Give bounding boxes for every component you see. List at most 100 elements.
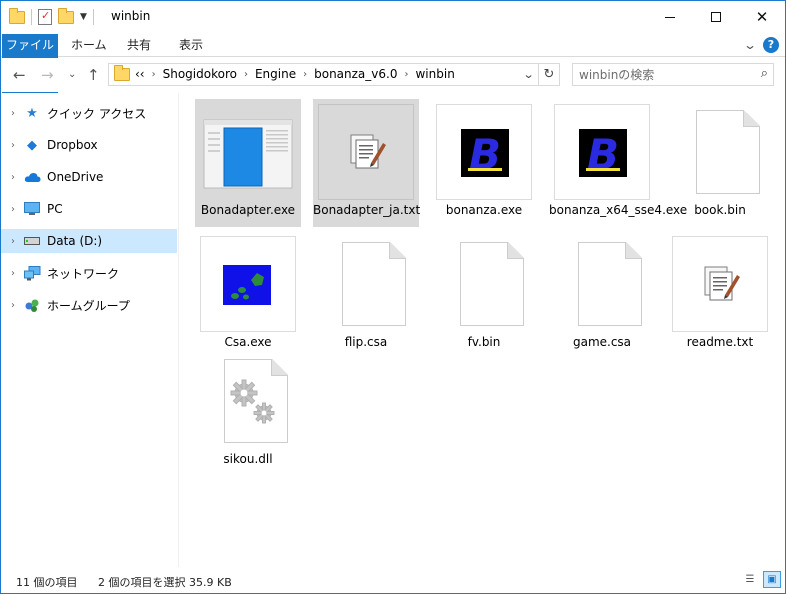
search-icon[interactable]: ⌕: [761, 66, 768, 81]
file-name: Csa.exe: [224, 335, 272, 349]
customize-toolbar-dropdown-icon[interactable]: ▼: [80, 12, 87, 22]
network-icon: [23, 265, 41, 281]
chevron-right-icon[interactable]: ›: [152, 69, 156, 80]
refresh-icon[interactable]: ↻: [538, 64, 559, 85]
recent-locations-chevron-icon[interactable]: ⌄: [68, 69, 76, 80]
nav-item-homegroup[interactable]: › ホームグループ: [1, 293, 177, 317]
file-item-bonanza-x64-sse4-exe[interactable]: B bonanza_x64_sse4.exe: [549, 99, 688, 227]
address-history-dropdown-icon[interactable]: ⌄: [522, 68, 534, 81]
file-name: game.csa: [572, 335, 632, 349]
navigation-pane: › ★ クイック アクセス › ◆ Dropbox › OneDrive › P…: [1, 93, 179, 567]
tab-view[interactable]: 表示: [169, 34, 213, 57]
blank-file-icon: [436, 236, 532, 332]
chevron-right-icon[interactable]: ›: [244, 69, 248, 80]
nav-item-dropbox[interactable]: › ◆ Dropbox: [1, 133, 177, 157]
expand-chevron-icon[interactable]: ›: [3, 204, 23, 215]
ribbon-right-controls: ⌄ ?: [743, 37, 779, 53]
explorer-window: ▼ winbin ✕ ファイル ホーム 共有 表示 ⌄ ? ← → ⌄ ↑ ‹‹…: [0, 0, 786, 594]
breadcrumb-item[interactable]: winbin: [415, 67, 454, 81]
nav-item-label: クイック アクセス: [47, 106, 147, 121]
breadcrumb-item[interactable]: Shogidokoro: [163, 67, 237, 81]
nav-item-pc[interactable]: › PC: [1, 197, 177, 221]
file-item-game-csa[interactable]: game.csa: [549, 231, 655, 359]
blank-file-icon: [554, 236, 650, 332]
expand-chevron-icon[interactable]: ›: [3, 268, 23, 279]
tab-share[interactable]: 共有: [117, 34, 161, 57]
navigation-bar: ← → ⌄ ↑ ‹‹ › Shogidokoro › Engine › bona…: [1, 58, 785, 92]
dll-gears-icon: [200, 353, 296, 449]
close-button[interactable]: ✕: [739, 1, 785, 33]
blank-file-icon: [318, 236, 414, 332]
file-item-bonanza-exe[interactable]: B bonanza.exe: [431, 99, 537, 227]
large-icons-view-icon: ▣: [767, 574, 777, 585]
blank-page-shape: [342, 242, 406, 326]
toolbar-divider: [92, 9, 94, 25]
file-item-csa-exe[interactable]: Csa.exe: [195, 231, 301, 359]
breadcrumb-overflow[interactable]: ‹‹: [135, 67, 145, 81]
back-arrow-icon[interactable]: ←: [13, 66, 26, 84]
status-bar: 11 個の項目 2 個の項目を選択 35.9 KB ☰ ▣: [1, 567, 785, 593]
file-item-sikou-dll[interactable]: sikou.dll: [195, 348, 301, 476]
app-window-icon: [200, 104, 296, 200]
nav-item-label: Dropbox: [47, 138, 98, 152]
search-box[interactable]: ⌕: [572, 63, 774, 86]
address-bar[interactable]: ‹‹ › Shogidokoro › Engine › bonanza_v6.0…: [108, 63, 560, 86]
maximize-icon: [711, 12, 721, 22]
new-folder-icon[interactable]: [58, 7, 74, 24]
maximize-button[interactable]: [693, 1, 739, 33]
folder-icon: [114, 65, 130, 81]
text-document-icon: [318, 104, 414, 200]
blank-file-icon: [672, 104, 768, 200]
nav-item-onedrive[interactable]: › OneDrive: [1, 165, 177, 189]
file-list: Bonadapter.exe Bonadapter_ja.txt B bonan…: [181, 93, 785, 567]
expand-ribbon-chevron-icon[interactable]: ⌄: [743, 38, 757, 52]
minimize-button[interactable]: [647, 1, 693, 33]
breadcrumb-item[interactable]: bonanza_v6.0: [314, 67, 397, 81]
help-icon[interactable]: ?: [763, 37, 779, 53]
window-controls: ✕: [647, 1, 785, 33]
forward-arrow-icon[interactable]: →: [41, 66, 54, 84]
file-item-bonadapter-ja-txt[interactable]: Bonadapter_ja.txt: [313, 99, 421, 227]
blank-page-shape: [696, 110, 760, 194]
chevron-right-icon[interactable]: ›: [404, 69, 408, 80]
nav-item-label: ネットワーク: [47, 266, 120, 281]
nav-item-data-drive[interactable]: › Data (D:): [1, 229, 177, 253]
file-name: bonanza_x64_sse4.exe: [549, 203, 688, 217]
folder-icon: [9, 7, 25, 24]
file-name: fv.bin: [467, 335, 501, 349]
file-item-flip-csa[interactable]: flip.csa: [313, 231, 419, 359]
file-item-fv-bin[interactable]: fv.bin: [431, 231, 537, 359]
details-view-button[interactable]: ☰: [741, 571, 759, 588]
svg-text:B: B: [469, 130, 501, 179]
large-icons-view-button[interactable]: ▣: [763, 571, 781, 588]
expand-chevron-icon[interactable]: ›: [3, 300, 23, 311]
expand-chevron-icon[interactable]: ›: [3, 140, 23, 151]
file-name: Bonadapter_ja.txt: [313, 203, 421, 217]
star-icon: ★: [26, 105, 38, 121]
file-item-readme-txt[interactable]: readme.txt: [667, 231, 773, 359]
breadcrumb-item[interactable]: Engine: [255, 67, 296, 81]
close-icon: ✕: [755, 8, 769, 26]
svg-text:B: B: [587, 130, 619, 179]
details-view-icon: ☰: [745, 574, 755, 585]
nav-item-quick-access[interactable]: › ★ クイック アクセス: [1, 101, 177, 125]
view-toggle: ☰ ▣: [741, 571, 781, 588]
tab-home[interactable]: ホーム: [61, 34, 117, 57]
blank-page-shape: [460, 242, 524, 326]
expand-chevron-icon[interactable]: ›: [3, 108, 23, 119]
nav-item-label: Data (D:): [47, 234, 103, 248]
up-arrow-icon[interactable]: ↑: [87, 66, 100, 84]
minimize-icon: [665, 16, 675, 18]
chevron-right-icon[interactable]: ›: [303, 69, 307, 80]
nav-item-network[interactable]: › ネットワーク: [1, 261, 177, 285]
file-item-bonadapter-exe[interactable]: Bonadapter.exe: [195, 99, 301, 227]
file-name: flip.csa: [344, 335, 388, 349]
properties-icon[interactable]: [38, 9, 52, 25]
file-item-book-bin[interactable]: book.bin: [667, 99, 773, 227]
expand-chevron-icon[interactable]: ›: [3, 236, 23, 247]
search-input[interactable]: [579, 67, 749, 83]
ribbon-tabs: ファイル ホーム 共有 表示 ⌄ ?: [1, 33, 785, 162]
expand-chevron-icon[interactable]: ›: [3, 172, 23, 183]
dropbox-icon: ◆: [27, 137, 37, 153]
file-name: book.bin: [694, 203, 746, 217]
